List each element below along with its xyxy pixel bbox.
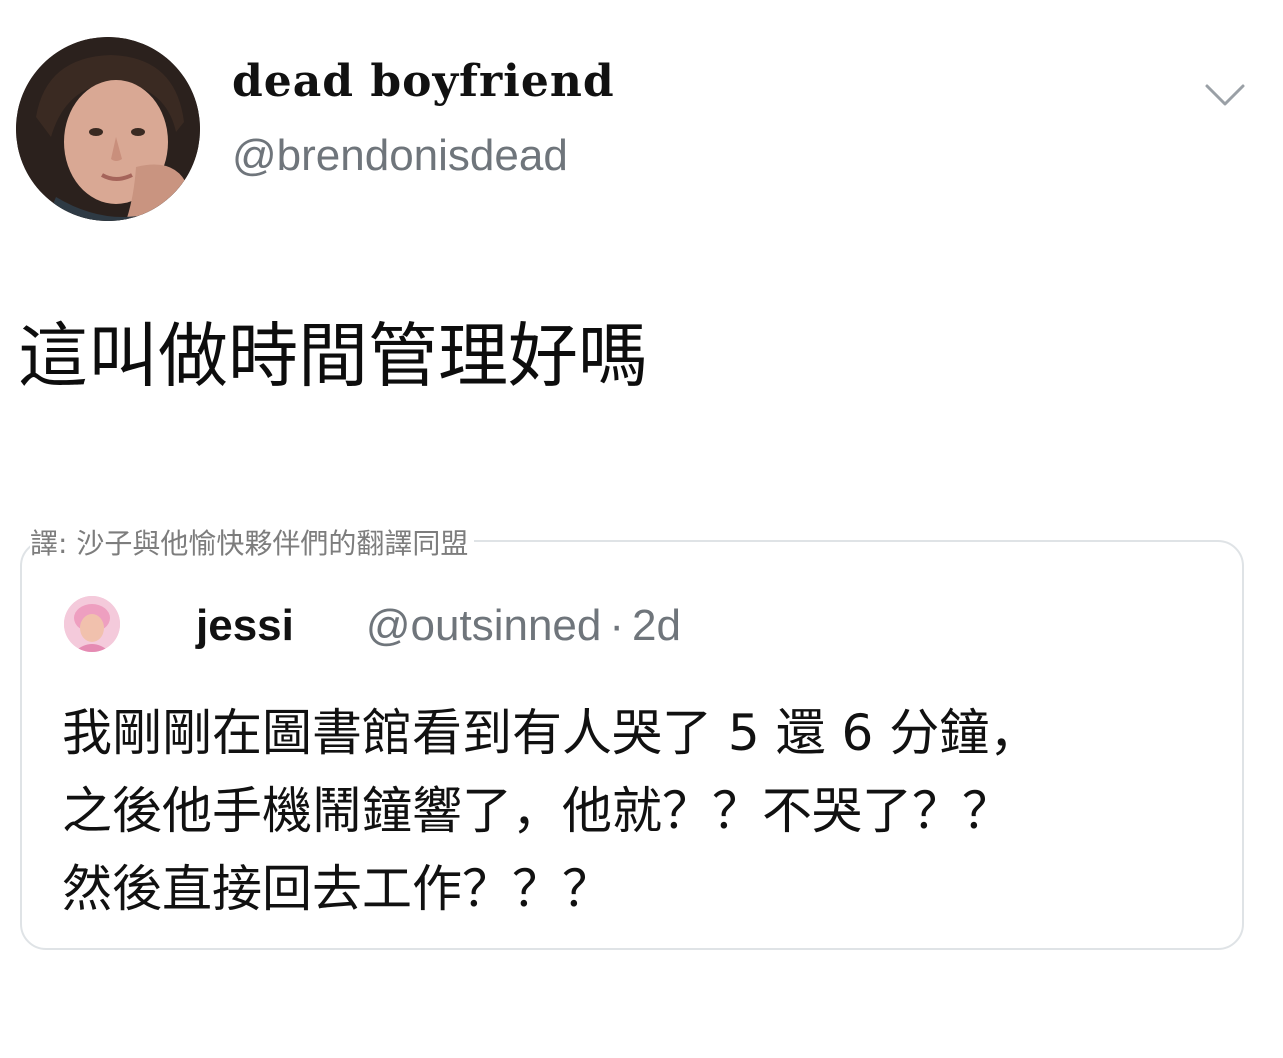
quoted-avatar-photo [64, 596, 120, 652]
quoted-handle[interactable]: @outsinned [366, 601, 602, 651]
tweet-text: 這叫做時間管理好嗎 [18, 315, 648, 397]
display-name[interactable]: dead boyfriend [232, 60, 615, 104]
avatar[interactable] [16, 37, 200, 221]
user-handle[interactable]: @brendonisdead [232, 134, 568, 178]
quoted-tweet-header: jessi @outsinned · 2d [150, 598, 681, 654]
quoted-text-line: 我剛剛在圖書館看到有人哭了 5 還 6 分鐘， [62, 704, 1040, 762]
quoted-tweet-card[interactable]: jessi @outsinned · 2d 我剛剛在圖書館看到有人哭了 5 還 … [20, 540, 1244, 950]
crescent-moon-icon [313, 610, 330, 642]
quoted-avatar[interactable] [64, 596, 120, 652]
watermark-text: 譯: 沙子與他愉快夥伴們的翻譯同盟 [30, 530, 475, 558]
separator-dot: · [609, 601, 625, 650]
quoted-text-line: 之後他手機鬧鐘響了，他就？？不哭了？？ [62, 782, 1012, 840]
quoted-display-name[interactable]: jessi [196, 601, 294, 651]
quoted-text-line: 然後直接回去工作？？？ [62, 860, 612, 918]
chevron-down-icon[interactable] [1203, 80, 1247, 110]
crescent-moon-icon [158, 610, 174, 642]
quoted-tweet-body: 我剛剛在圖書館看到有人哭了 5 還 6 分鐘， 之後他手機鬧鐘響了，他就？？不哭… [62, 694, 1222, 928]
quoted-timestamp[interactable]: 2d [632, 601, 681, 651]
avatar-photo [16, 37, 200, 221]
